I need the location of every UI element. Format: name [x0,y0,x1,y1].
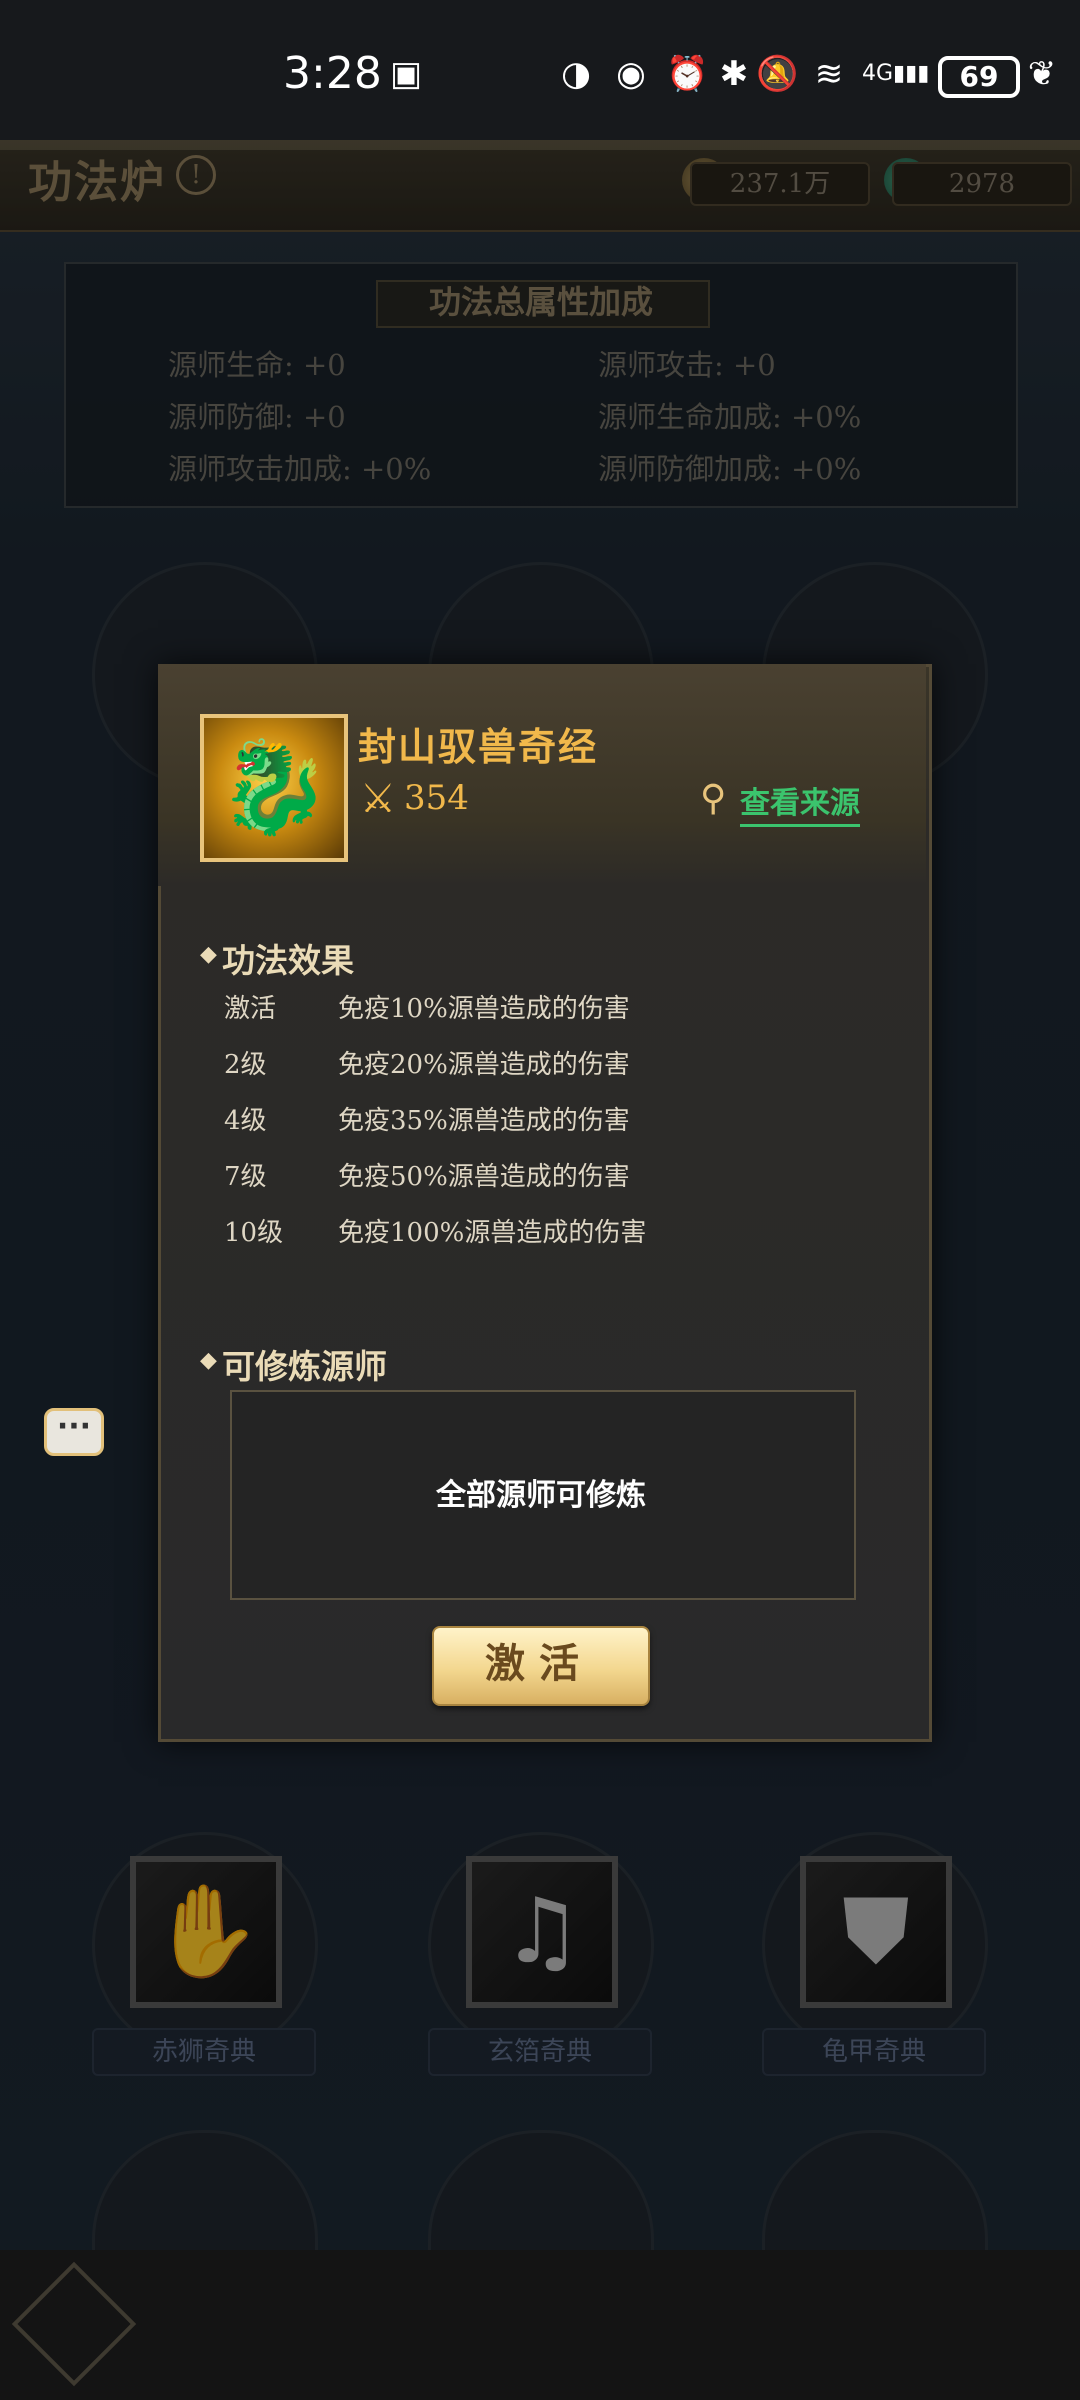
chat-icon[interactable]: ··· [44,1408,104,1456]
mute-icon: 🔕 [756,54,799,94]
diamond-bullet-icon: ◆ [200,1348,217,1373]
dragon-skill-icon: 🐉 [200,714,348,862]
bottom-bar [0,2250,1080,2400]
view-source-link[interactable]: 查看来源 [740,778,860,827]
signal-icon: 4G▮▮▮ [862,61,930,86]
crossed-swords-icon: ⚔ [360,776,396,822]
bluetooth-icon: ✱ [719,54,749,94]
battery-icon: 69 [938,56,1020,98]
power-value: 354 [404,778,469,818]
diamond-bullet-icon: ◆ [200,942,217,967]
cultivator-title: 可修炼源师 [222,1347,387,1386]
alarm-icon: ⏰ [666,54,709,94]
effect-level: 10级 [224,1218,284,1248]
effects-title: 功法效果 [222,941,354,980]
eye-icon: ◉ [616,54,646,94]
effect-desc: 免疫100%源兽造成的伤害 [338,1218,647,1248]
cultivator-text: 全部源师可修炼 [436,1478,646,1513]
status-time: 3:28 [283,48,382,99]
network-label: 4G [862,61,894,86]
effect-level: 激活 [224,994,277,1024]
magnifier-icon[interactable]: ⚲ [700,778,726,819]
effect-desc: 免疫50%源兽造成的伤害 [338,1162,630,1192]
effect-desc: 免疫10%源兽造成的伤害 [338,994,630,1024]
effect-level: 4级 [224,1106,267,1136]
data-saver-icon: ◑ [561,54,591,94]
effect-desc: 免疫20%源兽造成的伤害 [338,1050,630,1080]
dragon-glyph: 🐉 [217,735,331,840]
app-notification-icon: ▣ [389,54,423,94]
leaf-icon: ❦ [1027,54,1057,94]
effect-desc: 免疫35%源兽造成的伤害 [338,1106,630,1136]
effect-level: 7级 [224,1162,267,1192]
skill-name: 封山驭兽奇经 [358,724,599,769]
activate-button-label[interactable]: 激活 [432,1626,646,1702]
effect-level: 2级 [224,1050,267,1080]
wifi-icon: ≋ [814,54,844,94]
